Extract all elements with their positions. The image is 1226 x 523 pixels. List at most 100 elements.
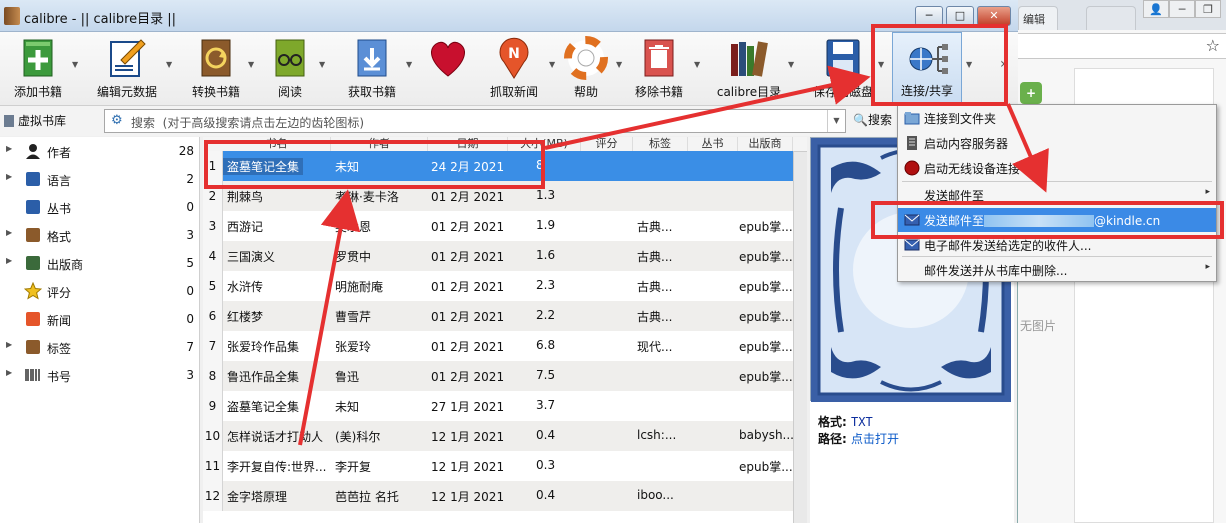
table-row[interactable]: 1 盗墓笔记全集 未知 24 2月 2021 8 (203, 151, 793, 181)
expand-arrow-icon[interactable]: ▶ (6, 144, 12, 153)
column-header[interactable]: 作者 (331, 137, 428, 152)
sidebar-item-format[interactable]: ▶ 格式 3 (0, 221, 200, 249)
sidebar-item-author[interactable]: ▶ 作者 28 (0, 137, 200, 165)
browser-tab[interactable]: 编辑 (1018, 6, 1058, 30)
donate-heart-icon (426, 36, 470, 80)
toolbar-dropdown-arrow-icon[interactable]: ▼ (166, 60, 172, 69)
column-header[interactable]: 日期 (428, 137, 508, 152)
column-header[interactable]: 评分 (581, 137, 633, 152)
browser-address-bar[interactable]: ☆ (1016, 33, 1226, 59)
table-row[interactable]: 8 鲁迅作品全集 鲁迅 01 2月 2021 7.5 epub掌... (203, 361, 793, 391)
redacted-email (984, 215, 1095, 227)
folder-icon (904, 110, 920, 126)
sidebar-item-language[interactable]: ▶ 语言 2 (0, 165, 200, 193)
cell-tags: iboo... (637, 488, 674, 502)
toolbar-dropdown-arrow-icon[interactable]: ▼ (406, 60, 412, 69)
toolbar-dropdown-arrow-icon[interactable]: ▼ (72, 60, 78, 69)
browser-user-button[interactable]: 👤 (1143, 0, 1169, 18)
search-button-label: 搜索 (867, 113, 892, 127)
column-header[interactable]: 标签 (633, 137, 688, 152)
table-row[interactable]: 7 张爱玲作品集 张爱玲 01 2月 2021 6.8 现代... epub掌... (203, 331, 793, 361)
row-number: 4 (203, 241, 223, 271)
table-row[interactable]: 4 三国演义 罗贯中 01 2月 2021 1.6 古典... epub掌... (203, 241, 793, 271)
sidebar-item-series[interactable]: 丛书 0 (0, 193, 200, 221)
toolbar-dropdown-arrow-icon[interactable]: ▼ (319, 60, 325, 69)
sidebar-item-count: 0 (186, 312, 194, 326)
menu-item[interactable]: 邮件发送并从书库中删除... ▸ (898, 258, 1216, 282)
toolbar-connect-share-button[interactable]: 连接/共享 (892, 32, 962, 106)
close-button[interactable]: ✕ (977, 6, 1011, 26)
toolbar-convert-book-button[interactable]: 转换书籍 (188, 32, 244, 106)
column-header[interactable]: 出版商 (738, 137, 793, 152)
tag-icon (24, 338, 42, 356)
toolbar-calibre-library-button[interactable]: calibre目录 (714, 32, 784, 106)
virtual-library-button[interactable]: 虚拟书库 (4, 112, 66, 129)
toolbar-add-book-button[interactable]: 添加书籍 (8, 32, 68, 106)
sidebar-item-tag[interactable]: ▶ 标签 7 (0, 333, 200, 361)
column-header[interactable]: 丛书 (688, 137, 738, 152)
sidebar-item-rating-star[interactable]: 评分 0 (0, 277, 200, 305)
search-history-dropdown[interactable]: ▼ (827, 110, 845, 132)
expand-arrow-icon[interactable]: ▶ (6, 256, 12, 265)
expand-arrow-icon[interactable]: ▶ (6, 368, 12, 377)
expand-arrow-icon[interactable]: ▶ (6, 340, 12, 349)
toolbar-remove-books-button[interactable]: 移除书籍 (628, 32, 690, 106)
table-row[interactable]: 5 水浒传 明施耐庵 01 2月 2021 2.3 古典... epub掌... (203, 271, 793, 301)
table-row[interactable]: 9 盗墓笔记全集 未知 27 1月 2021 3.7 (203, 391, 793, 421)
menu-item[interactable]: 连接到文件夹 (898, 106, 1216, 130)
browser-minimize-button[interactable]: ─ (1169, 0, 1195, 18)
sidebar-item-news[interactable]: 新闻 0 (0, 305, 200, 333)
browser-add-icon[interactable]: + (1020, 82, 1042, 104)
main-toolbar: 添加书籍 ▼ 编辑元数据 ▼ 转换书籍 ▼ 阅读 ▼ 获取书籍 ▼ N 抓取新闻 ▼ 帮助 ▼ 移除书籍 ▼ ca… (0, 32, 1018, 106)
menu-item[interactable]: 发送邮件至 @kindle.cn (898, 208, 1216, 232)
table-row[interactable]: 6 红楼梦 曹雪芹 01 2月 2021 2.2 古典... epub掌... (203, 301, 793, 331)
expand-arrow-icon[interactable]: ▶ (6, 172, 12, 181)
maximize-button[interactable]: □ (946, 6, 974, 26)
sidebar-item-publisher[interactable]: ▶ 出版商 5 (0, 249, 200, 277)
toolbar-dropdown-arrow-icon[interactable]: ▼ (878, 60, 884, 69)
expand-arrow-icon[interactable]: ▶ (6, 228, 12, 237)
menu-item[interactable]: 启动内容服务器 (898, 131, 1216, 155)
toolbar-edit-metadata-button[interactable]: 编辑元数据 (92, 32, 162, 106)
table-row[interactable]: 11 李开复自传:世界... 李开复 12 1月 2021 0.3 epub掌... (203, 451, 793, 481)
toolbar-dropdown-arrow-icon[interactable]: ▼ (549, 60, 555, 69)
bookmark-star-icon[interactable]: ☆ (1206, 36, 1220, 55)
menu-item[interactable]: 电子邮件发送给选定的收件人... (898, 233, 1216, 257)
table-row[interactable]: 2 荆棘鸟 考琳·麦卡洛 01 2月 2021 1.3 (203, 181, 793, 211)
toolbar-help-button[interactable]: 帮助 (560, 32, 612, 106)
cell-author: 未知 (335, 400, 360, 414)
toolbar-dropdown-arrow-icon[interactable]: ▼ (966, 60, 972, 69)
minimize-button[interactable]: ─ (915, 6, 943, 26)
format-value[interactable]: TXT (851, 415, 873, 429)
toolbar-dropdown-arrow-icon[interactable]: ▼ (694, 60, 700, 69)
toolbar-get-books-button[interactable]: 获取书籍 (342, 32, 402, 106)
menu-item[interactable]: 发送邮件至 ▸ (898, 183, 1216, 207)
search-button[interactable]: 🔍搜索 (853, 111, 892, 128)
news-icon (24, 310, 42, 328)
toolbar-dropdown-arrow-icon[interactable]: ▼ (616, 60, 622, 69)
gear-icon[interactable]: ⚙ (111, 113, 123, 128)
path-open-link[interactable]: 点击打开 (851, 432, 899, 446)
table-row[interactable]: 12 金字塔原理 芭芭拉 名托 12 1月 2021 0.4 iboo... (203, 481, 793, 511)
table-row[interactable]: 3 西游记 吴承恩 01 2月 2021 1.9 古典... epub掌... (203, 211, 793, 241)
toolbar-donate-heart-button[interactable] (420, 32, 476, 106)
search-input[interactable]: ⚙ 搜索 (对于高级搜索请点击左边的齿轮图标) ▼ (104, 109, 846, 133)
cell-size: 3.7 (536, 398, 556, 412)
menu-item[interactable]: 启动无线设备连接 (898, 156, 1216, 180)
column-header[interactable]: 大小(MB) (508, 137, 581, 152)
toolbar-dropdown-arrow-icon[interactable]: ▼ (248, 60, 254, 69)
cell-publisher: epub掌... (739, 460, 793, 474)
browser-restore-button[interactable]: ❐ (1195, 0, 1221, 18)
browser-new-tab[interactable] (1086, 6, 1136, 30)
toolbar-read-button[interactable]: 阅读 (265, 32, 315, 106)
table-row[interactable]: 10 怎样说话才打动人 (美)科尔 12 1月 2021 0.4 lcsh:... baby… (203, 421, 794, 451)
toolbar-dropdown-arrow-icon[interactable]: ▼ (788, 60, 794, 69)
toolbar-more-chevron-icon[interactable]: › (1000, 56, 1006, 72)
toolbar-save-to-disk-button[interactable]: 保存到磁盘 (812, 32, 874, 106)
column-header[interactable]: 书名 (223, 137, 331, 152)
cell-size: 1.9 (536, 218, 556, 232)
cell-publisher: epub掌... (739, 310, 793, 324)
toolbar-fetch-news-button[interactable]: N 抓取新闻 (483, 32, 545, 106)
vertical-scrollbar[interactable] (793, 152, 807, 523)
sidebar-item-barcode[interactable]: ▶ 书号 3 (0, 361, 200, 389)
